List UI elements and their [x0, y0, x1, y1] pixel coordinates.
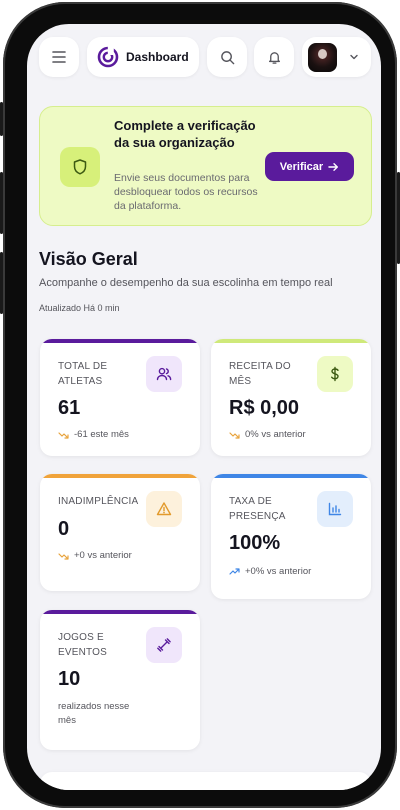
verification-banner: Complete a verificação da sua organizaçã… [39, 106, 372, 226]
search-icon [220, 50, 234, 64]
search-button[interactable] [207, 37, 247, 77]
last-updated: Atualizado Há 0 min [39, 303, 120, 313]
stat-icon-box [317, 356, 353, 392]
volume-down-button [0, 252, 3, 314]
banner-description: Envie seus documentos para desbloquear t… [114, 172, 258, 212]
trend-down-icon [58, 552, 69, 560]
stat-value: R$ 0,00 [229, 397, 300, 419]
menu-icon [52, 51, 66, 63]
stat-note: realizados nesse mês [58, 701, 130, 726]
trend-down-icon [58, 431, 69, 439]
verify-button[interactable]: Verificar [265, 152, 354, 181]
chart-icon [328, 502, 342, 516]
trend-down-icon [229, 431, 240, 439]
stat-trend: +0 vs anterior [58, 550, 132, 561]
card-accent-bar [40, 474, 200, 478]
next-section-card [40, 772, 371, 790]
notifications-button[interactable] [254, 37, 294, 77]
avatar [308, 42, 337, 72]
phone-frame: Dashboard Complete a verificação da sua … [0, 2, 400, 808]
verify-button-label: Verificar [279, 160, 324, 173]
top-bar: Dashboard [39, 37, 371, 79]
stat-card-athletes[interactable]: TOTAL DE ATLETAS 61 -61 este mês [40, 339, 200, 456]
stat-value: 10 [58, 668, 81, 690]
stat-label: JOGOS E EVENTOS [58, 632, 108, 658]
stat-icon-box [146, 491, 182, 527]
stat-trend-text: -61 este mês [74, 429, 129, 440]
dashboard-button[interactable]: Dashboard [87, 37, 199, 77]
users-icon [156, 367, 172, 381]
menu-button[interactable] [39, 37, 79, 77]
stat-label: INADIMPLÊNCIA [58, 496, 139, 507]
stat-trend-text: 0% vs anterior [245, 429, 306, 440]
stat-card-delinquency[interactable]: INADIMPLÊNCIA 0 +0 vs anterior [40, 474, 200, 591]
stat-trend-text: +0% vs anterior [245, 566, 312, 577]
stat-trend: 0% vs anterior [229, 429, 306, 440]
stat-icon-box [146, 356, 182, 392]
stat-trend: -61 este mês [58, 429, 129, 440]
page-title: Visão Geral [39, 249, 138, 269]
stat-value: 0 [58, 518, 70, 540]
stat-card-revenue[interactable]: RECEITA DO MÊS R$ 0,00 0% vs anterior [211, 339, 371, 456]
screen: Dashboard Complete a verificação da sua … [27, 24, 381, 790]
stat-card-attendance[interactable]: TAXA DE PRESENÇA 100% +0% vs anterior [211, 474, 371, 599]
stat-label: RECEITA DO MÊS [229, 361, 291, 387]
card-accent-bar [40, 339, 200, 343]
stat-icon-box [317, 491, 353, 527]
user-menu-button[interactable] [302, 37, 371, 77]
stat-label: TAXA DE PRESENÇA [229, 496, 286, 522]
stat-trend: +0% vs anterior [229, 566, 311, 577]
stat-value: 61 [58, 397, 81, 419]
page-subtitle: Acompanhe o desempenho da sua escolinha … [39, 277, 333, 289]
card-accent-bar [40, 610, 200, 614]
card-accent-bar [211, 339, 371, 343]
arrow-right-icon [328, 162, 339, 171]
chevron-down-icon [350, 54, 358, 60]
bell-icon [268, 51, 280, 64]
stat-icon-box [146, 627, 182, 663]
volume-up-button [0, 172, 3, 234]
side-button [0, 102, 3, 136]
stat-value: 100% [229, 532, 281, 554]
banner-title: Complete a verificação da sua organizaçã… [114, 118, 256, 150]
brand-logo-icon [97, 46, 119, 68]
warning-icon [156, 502, 172, 516]
card-accent-bar [211, 474, 371, 478]
dashboard-label: Dashboard [126, 50, 189, 64]
trend-up-icon [229, 567, 240, 575]
stat-card-events[interactable]: JOGOS E EVENTOS 10 realizados nesse mês [40, 610, 200, 750]
stat-trend-text: +0 vs anterior [74, 550, 132, 561]
shield-badge [60, 147, 100, 187]
stat-label: TOTAL DE ATLETAS [58, 361, 108, 387]
dollar-icon [331, 366, 339, 382]
dumbbell-icon [157, 638, 171, 652]
shield-icon [73, 159, 87, 175]
